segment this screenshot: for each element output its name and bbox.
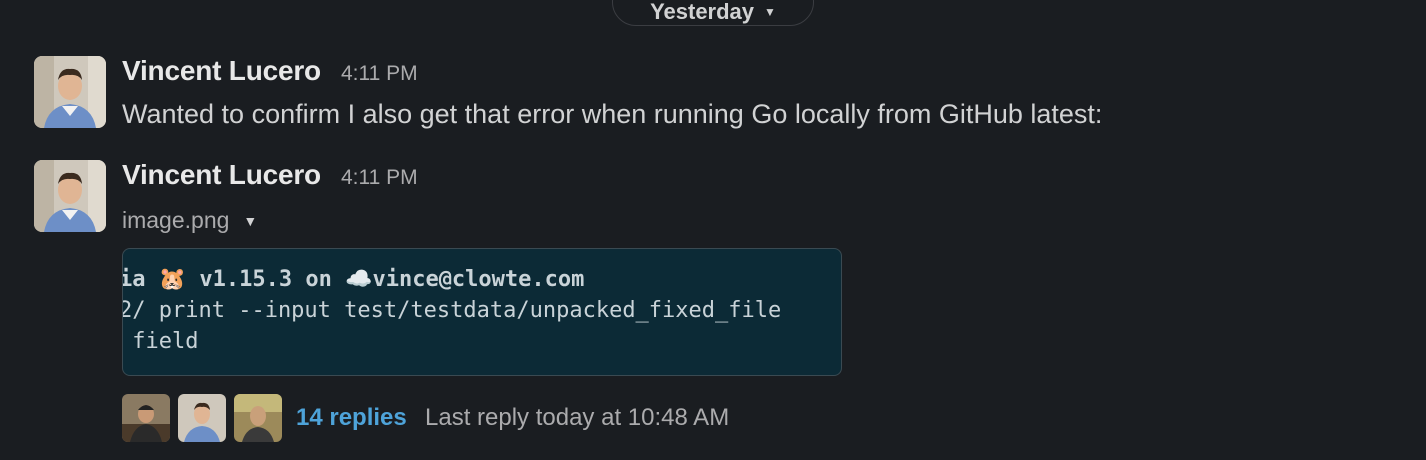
- thread-replies-link[interactable]: 14 replies: [296, 404, 407, 432]
- image-attachment[interactable]: ia 🐹 v1.15.3 on ☁️vince@clowte.com 2/ pr…: [122, 248, 842, 376]
- message-timestamp[interactable]: 4:11 PM: [341, 62, 418, 86]
- caret-down-icon: ▼: [243, 212, 258, 229]
- date-divider-label: Yesterday: [650, 0, 755, 24]
- thread-participant-avatar[interactable]: [122, 394, 170, 442]
- thread-participant-avatar[interactable]: [234, 394, 282, 442]
- image-text-line: ia 🐹 v1.15.3 on ☁️vince@clowte.com: [122, 267, 585, 292]
- avatar[interactable]: [34, 160, 106, 232]
- message-author[interactable]: Vincent Lucero: [122, 55, 321, 87]
- file-name-toggle[interactable]: image.png ▼: [122, 207, 257, 234]
- image-text-line: field: [122, 329, 199, 354]
- message-pane: Yesterday ▼ Vincent Lucero 4:11 PM Wante…: [0, 0, 1426, 460]
- message-author[interactable]: Vincent Lucero: [122, 159, 321, 191]
- file-name-label: image.png: [122, 207, 230, 233]
- message-timestamp[interactable]: 4:11 PM: [341, 166, 418, 190]
- thread-participant-avatar[interactable]: [178, 394, 226, 442]
- message-text: Wanted to confirm I also get that error …: [122, 99, 1103, 129]
- chevron-down-icon: ▼: [764, 5, 776, 19]
- date-divider-button[interactable]: Yesterday ▼: [612, 0, 814, 26]
- image-text-line: 2/ print --input test/testdata/unpacked_…: [122, 298, 782, 323]
- thread-last-reply: Last reply today at 10:48 AM: [425, 404, 730, 431]
- avatar[interactable]: [34, 56, 106, 128]
